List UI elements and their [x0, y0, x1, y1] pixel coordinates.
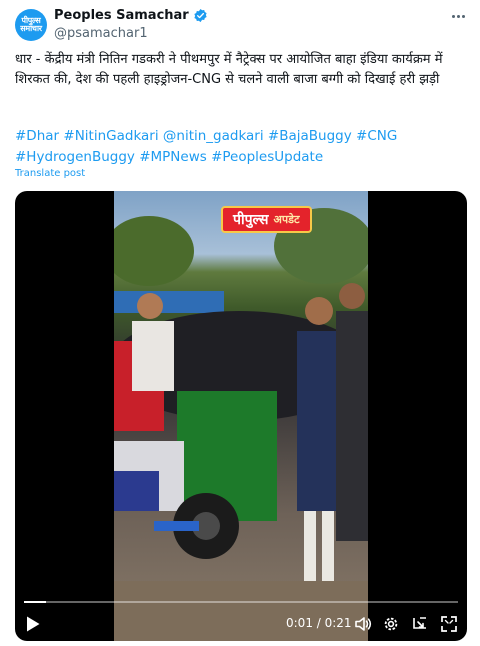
avatar[interactable]: पीपुल्स समाचार	[15, 9, 47, 41]
post-text: धार - केंद्रीय मंत्री नितिन गडकरी ने पीथ…	[15, 52, 443, 87]
fullscreen-icon[interactable]	[439, 614, 459, 634]
video-time: 0:01 / 0:21	[286, 616, 352, 630]
post-hashtags[interactable]: #Dhar #NitinGadkari @nitin_gadkari #Baja…	[15, 126, 467, 168]
picture-in-picture-icon[interactable]	[410, 614, 430, 634]
video-scene-illustration	[114, 208, 368, 641]
settings-icon[interactable]	[381, 614, 401, 634]
author-display-name[interactable]: Peoples Samachar	[54, 8, 189, 23]
hashtags-line-1[interactable]: #Dhar #NitinGadkari @nitin_gadkari #Baja…	[15, 126, 467, 147]
video-controls: 0:01 / 0:21	[15, 611, 467, 637]
video-progress-bar[interactable]	[24, 601, 458, 603]
video-brand-logo: पीपुल्स अपडेट	[221, 206, 312, 233]
hashtags-line-2[interactable]: #HydrogenBuggy #MPNews #PeoplesUpdate	[15, 147, 467, 168]
author-handle[interactable]: @psamachar1	[54, 26, 148, 41]
author-name-row: Peoples Samachar	[54, 8, 208, 23]
brand-logo-text: पीपुल्स	[233, 212, 269, 228]
volume-icon[interactable]	[353, 614, 373, 634]
avatar-text-bottom: समाचार	[20, 24, 42, 33]
video-player[interactable]: पीपुल्स अपडेट 0:01 / 0:21	[15, 191, 467, 641]
tweet-post: पीपुल्स समाचार Peoples Samachar @psamach…	[0, 0, 480, 646]
verified-badge-icon[interactable]	[193, 8, 208, 23]
video-frame[interactable]: पीपुल्स अपडेट	[114, 191, 368, 641]
video-progress-fill	[24, 601, 46, 603]
play-icon[interactable]	[25, 615, 41, 633]
more-options-icon[interactable]	[446, 6, 470, 26]
translate-post-link[interactable]: Translate post	[15, 168, 85, 179]
brand-logo-subtext: अपडेट	[273, 213, 300, 226]
